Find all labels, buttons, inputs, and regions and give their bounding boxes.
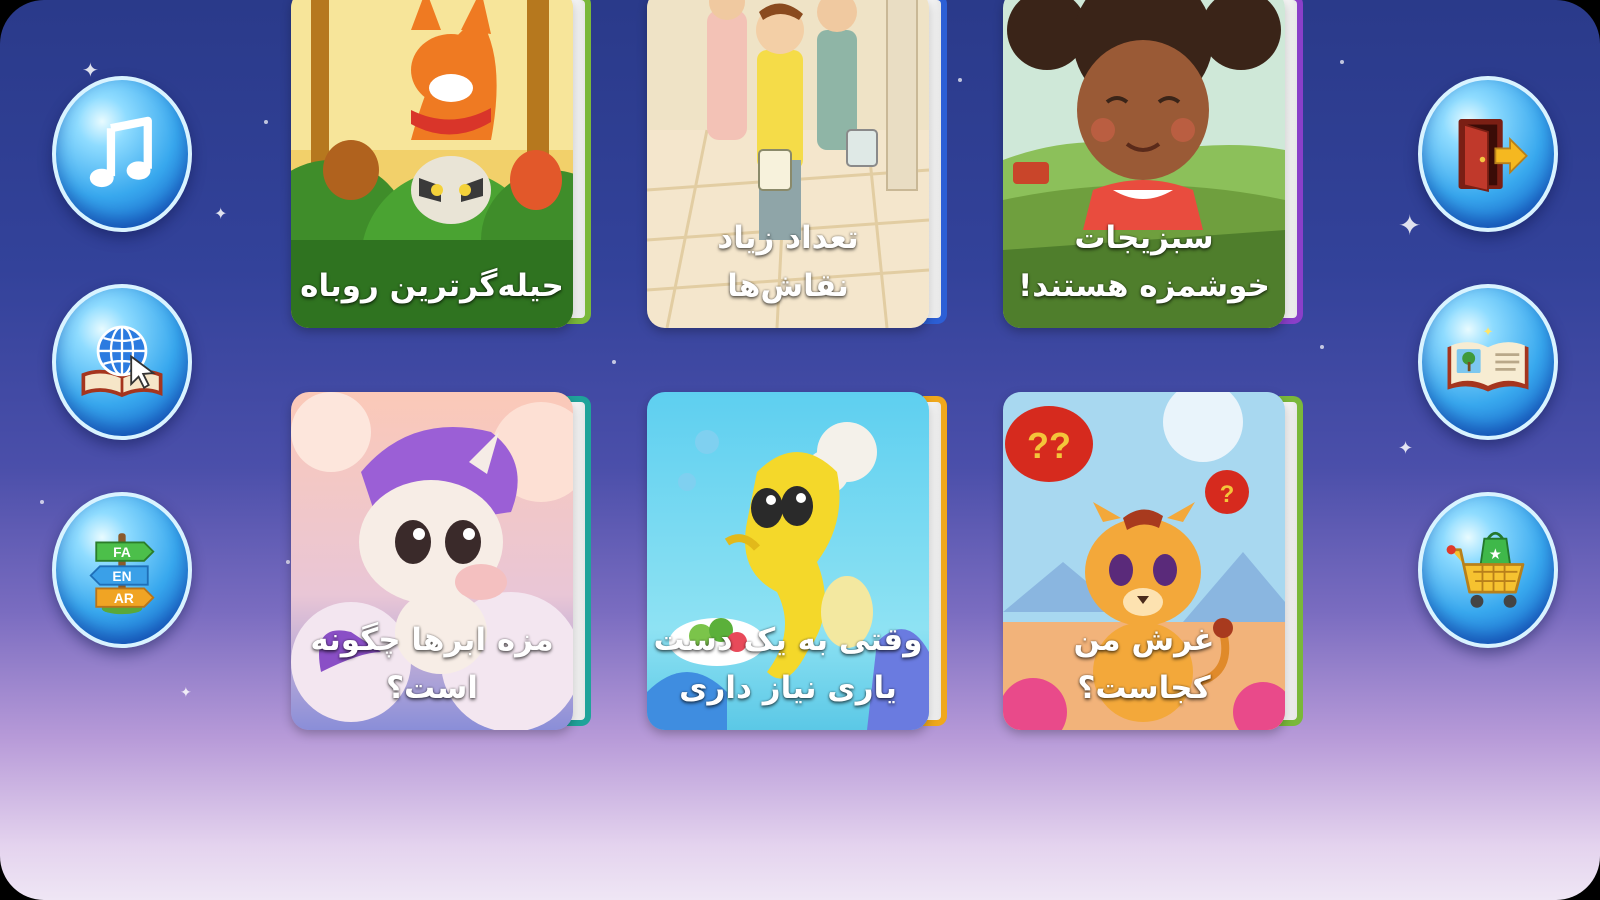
book-title: مزه ابرها چگونه است؟ [310,622,554,706]
book-title: سبزیجات خوشمزه هستند! [1018,220,1270,304]
sparkle-icon: ✦ [82,58,99,82]
star-dot [40,500,44,504]
star-dot [1340,60,1344,64]
book-pages [571,402,585,720]
book-title: وقتی به یک دست یاری نیاز داری [653,622,923,706]
book-cover: سبزیجات خوشمزه هستند! [1003,0,1285,328]
sparkle-icon: ✦ [214,204,228,223]
online-library-button[interactable] [52,284,192,440]
language-fa-label: FA [113,545,131,560]
book-title: حیله‌گرترین روباه [300,268,564,304]
book-cover: ?? ? غرش من کجاست؟ [1003,392,1285,730]
star-dot [1320,345,1324,349]
book-cover: تعداد زیاد نقاش‌ها [647,0,929,328]
book-title: تعداد زیاد نقاش‌ها [717,220,859,304]
book-card[interactable]: وقتی به یک دست یاری نیاز داری [647,392,947,730]
star-dot [958,78,962,82]
book-pages [927,0,941,318]
star-icon: ★ [1489,546,1502,563]
my-books-button[interactable]: ✦ [1418,284,1558,440]
language-button[interactable]: FA EN AR [52,492,192,648]
exit-button[interactable] [1418,76,1558,232]
book-title: غرش من کجاست؟ [1073,622,1215,706]
language-signpost-icon: FA EN AR [89,533,155,615]
book-card[interactable]: ?? ? غرش من کجاست؟ [1003,392,1303,730]
question-mark-icon: ? [1220,481,1235,508]
book-card[interactable]: حیله‌گرترین روباه [291,0,591,328]
book-card[interactable]: سبزیجات خوشمزه هستند! [1003,0,1303,328]
book-pages [1283,402,1297,720]
sparkle-icon: ✦ [1483,325,1494,340]
book-cover: وقتی به یک دست یاری نیاز داری [647,392,929,730]
library-screen: ✦ ✦ ✦ ✦ ✦ FA [0,0,1600,900]
book-pages [571,0,585,318]
book-pages [927,402,941,720]
star-dot [264,120,268,124]
store-button[interactable]: ★ [1418,492,1558,648]
shopping-cart-icon: ★ [1446,531,1525,608]
book-card[interactable]: تعداد زیاد نقاش‌ها [647,0,947,328]
open-book-icon: ✦ [1447,325,1529,392]
sparkle-icon: ✦ [1398,209,1422,242]
globe-book-icon [81,325,163,398]
music-note-icon [89,116,152,188]
language-en-label: EN [112,569,131,584]
star-dot [612,360,616,364]
language-ar-label: AR [114,591,134,606]
book-card[interactable]: مزه ابرها چگونه است؟ [291,392,591,730]
star-dot [286,560,290,564]
sparkle-icon: ✦ [180,685,192,701]
exit-door-icon [1458,119,1528,192]
book-cover: مزه ابرها چگونه است؟ [291,392,573,730]
book-cover: حیله‌گرترین روباه [291,0,573,328]
music-button[interactable] [52,76,192,232]
book-pages [1283,0,1297,318]
sparkle-icon: ✦ [1398,438,1414,459]
question-marks-icon: ?? [1027,425,1071,466]
